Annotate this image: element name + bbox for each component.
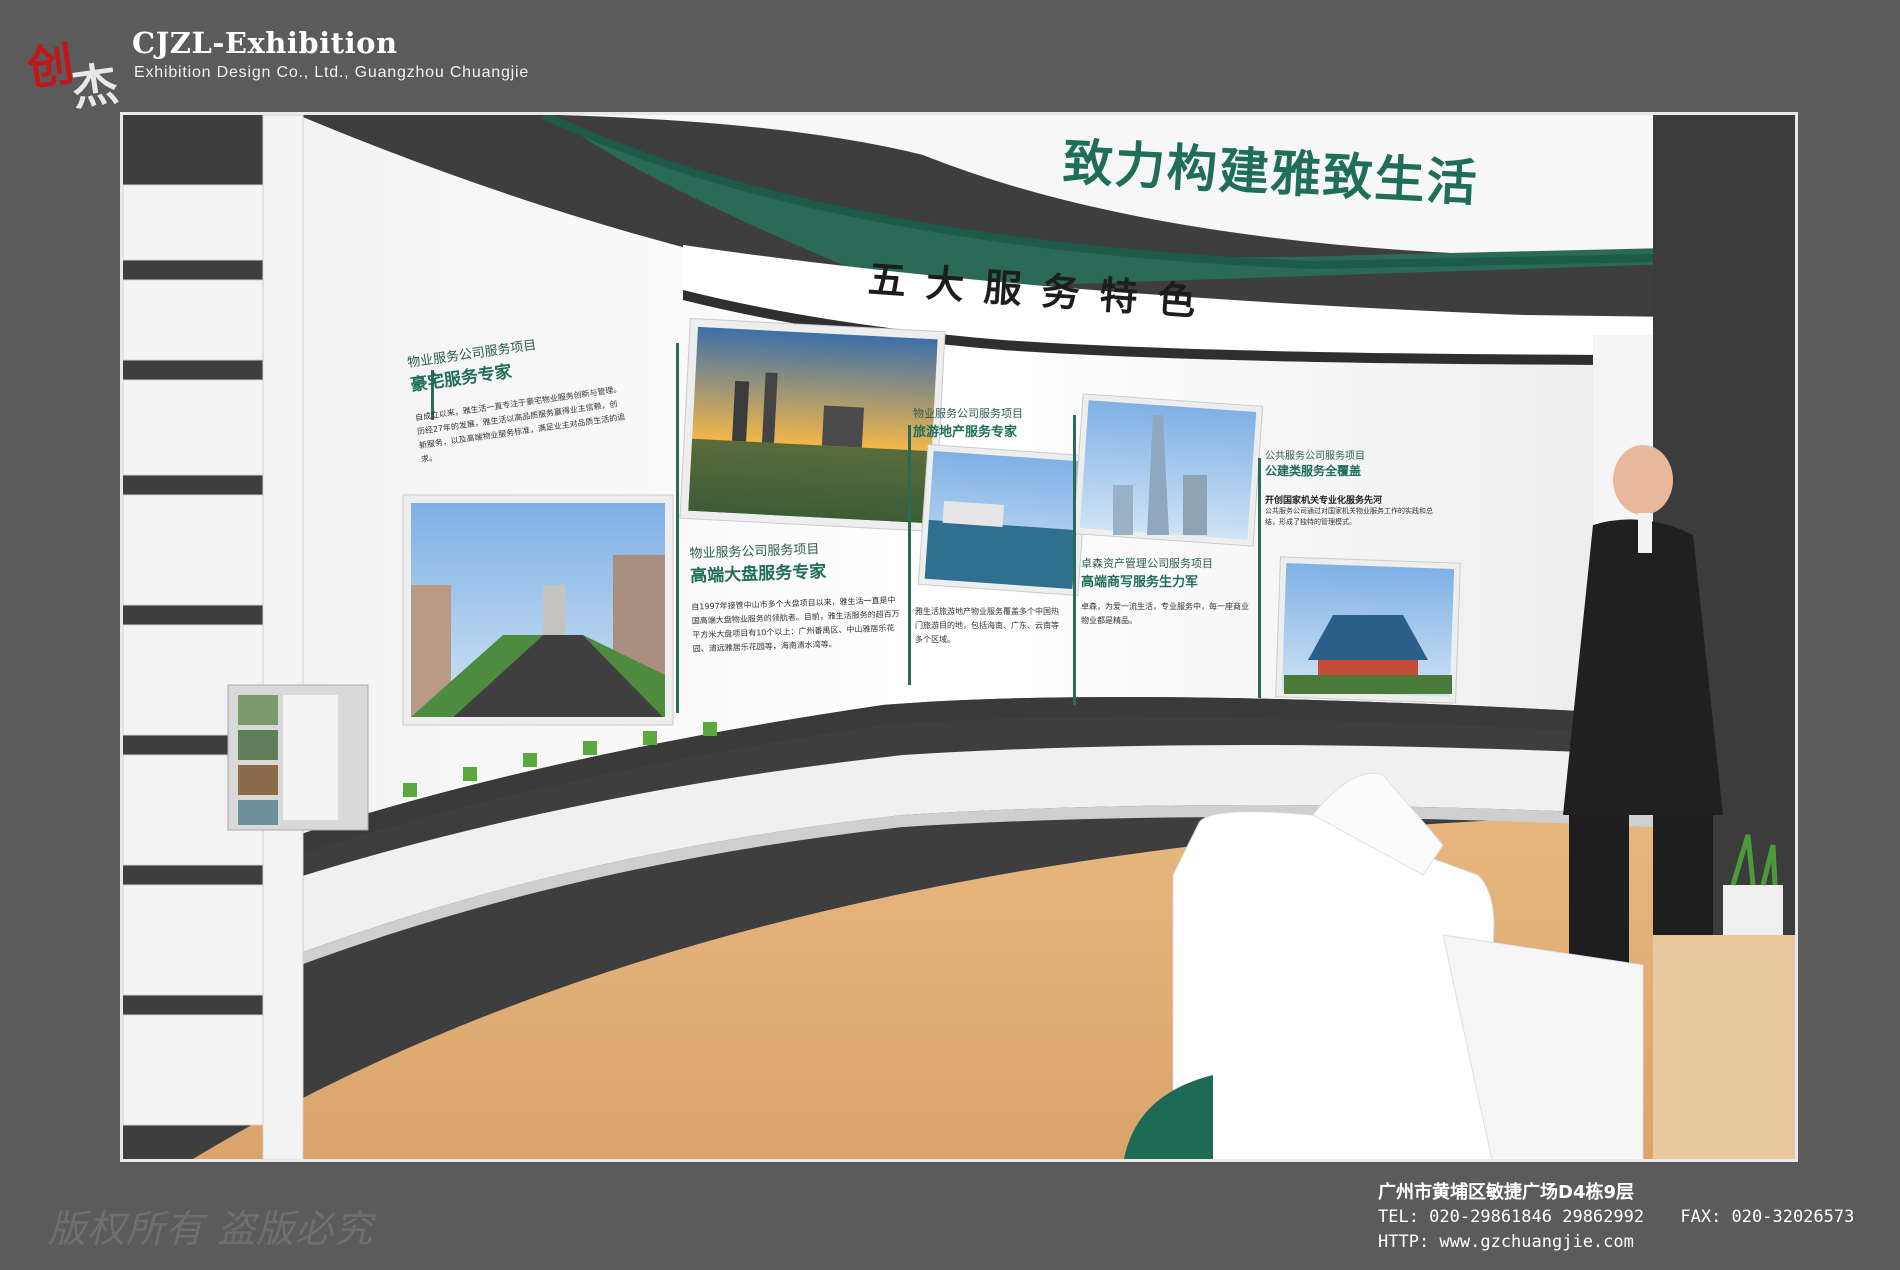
panel-3-image <box>917 444 1089 596</box>
fax: FAX: 020-32026573 <box>1680 1207 1855 1227</box>
panel-5-heading: 公建类服务全覆盖 <box>1265 464 1362 478</box>
panel-3-heading: 旅游地产服务专家 <box>913 425 1018 440</box>
company-logo: 创 杰 <box>24 18 126 116</box>
panel-1-image <box>402 494 674 726</box>
panel-5-body: 公共服务公司通过对国家机关物业服务工作的实践和总结，形成了独特的管理模式。 <box>1265 507 1433 526</box>
panel-4-text: 卓森资产管理公司服务项目 高端商写服务生力军 卓森，为爱一流生活，专业服务中，每… <box>1081 555 1256 628</box>
panel-3-kicker: 物业服务公司服务项目 <box>913 407 1023 420</box>
website: HTTP: www.gzchuangjie.com <box>1378 1232 1634 1252</box>
brand-title: CJZL-Exhibition <box>132 26 398 60</box>
copyright-notice: 版权所有 盗版必究 <box>48 1207 374 1251</box>
panel-4-image <box>1072 393 1264 547</box>
panel-2-image <box>679 317 946 533</box>
telephone: TEL: 020-29861846 29862992 <box>1378 1207 1645 1227</box>
panel-5-text: 公共服务公司服务项目 公建类服务全覆盖 开创国家机关专业化服务先河 公共服务公司… <box>1265 447 1440 528</box>
logo-glyph-2: 杰 <box>68 56 121 110</box>
panel-5-kicker: 公共服务公司服务项目 <box>1265 451 1365 462</box>
panel-2-text: 物业服务公司服务项目 高端大盘服务专家 自1997年接管中山市多个大盘项目以来，… <box>689 535 903 656</box>
panel-3-text: 物业服务公司服务项目 旅游地产服务专家 <box>913 405 1068 440</box>
panel-4-body: 卓森，为爱一流生活，专业服务中，每一座商业物业都是精品。 <box>1081 602 1249 625</box>
exhibition-render: 致力构建雅致生活 五大服务特色 物业服务公司服务项目 豪宅服务专家 自成立以来，… <box>120 112 1798 1162</box>
panel-4-kicker: 卓森资产管理公司服务项目 <box>1081 557 1213 570</box>
brochure-holder <box>227 684 369 831</box>
company-address: 广州市黄埔区敏捷广场D4栋9层 <box>1378 1182 1634 1203</box>
panel-3-body: 雅生活旅游地产物业服务覆盖多个中国热门旅游目的地，包括海南、广东、云南等多个区域… <box>915 607 1059 644</box>
panel-4-heading: 高端商写服务生力军 <box>1081 575 1199 590</box>
brand-subtitle: Exhibition Design Co., Ltd., Guangzhou C… <box>134 64 530 81</box>
panel-5-subheading: 开创国家机关专业化服务先河 <box>1265 496 1383 506</box>
panel-5-image <box>1275 556 1461 704</box>
wood-table <box>1653 935 1795 1159</box>
panel-2-body: 自1997年接管中山市多个大盘项目以来，雅生活一直是中国高端大盘物业服务的领航者… <box>691 595 900 654</box>
contact-block: 广州市黄埔区敏捷广场D4栋9层 TEL: 020-29861846 298629… <box>1378 1180 1854 1255</box>
